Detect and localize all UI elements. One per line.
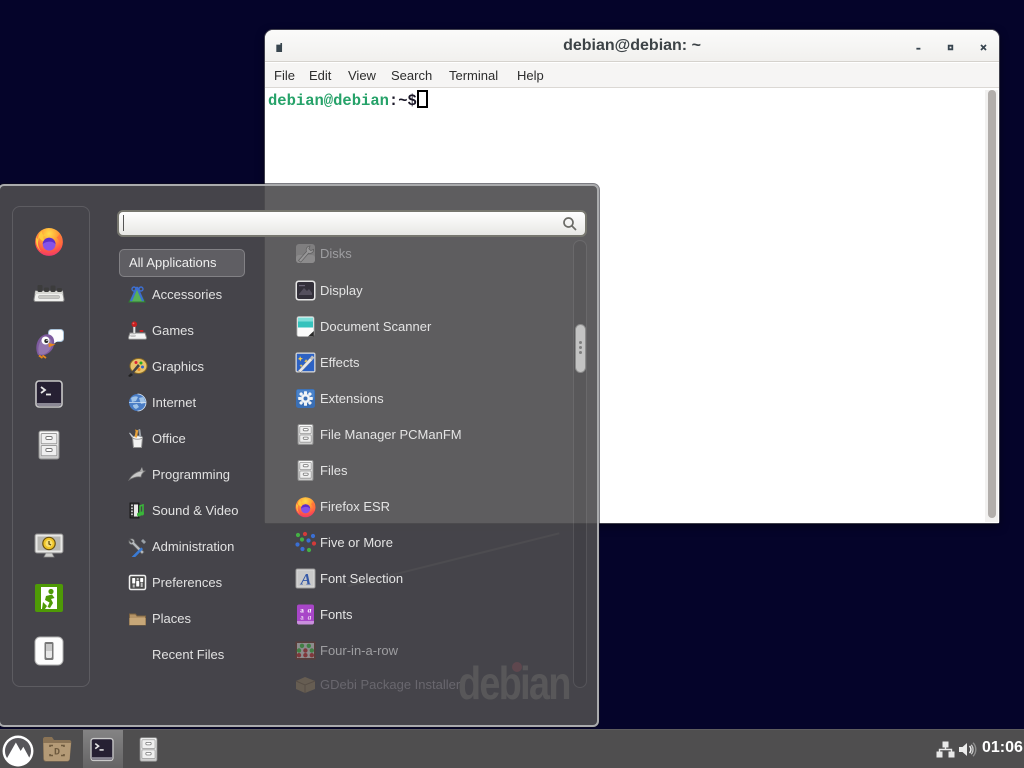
svg-text:A: A <box>300 572 312 589</box>
svg-text:D: D <box>54 748 60 759</box>
svg-text:a: a <box>308 613 312 622</box>
